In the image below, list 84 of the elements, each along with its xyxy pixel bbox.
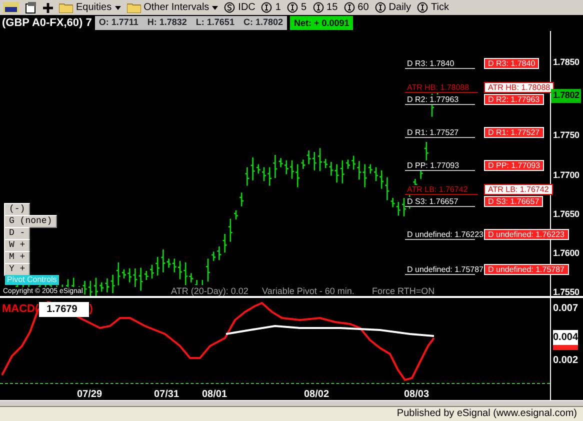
pivot-line: [405, 104, 475, 105]
control-button[interactable]: W +: [4, 239, 30, 252]
pivot-tag: ATR LB: 1.76742: [484, 184, 553, 195]
pivot-label: D PP: 1.77093: [407, 161, 460, 170]
macd-value: 1.7679: [38, 302, 90, 317]
date-label: 08/01: [202, 388, 228, 400]
status-text: Published by eSignal (www.esignal.com): [396, 408, 577, 419]
interval-icon: [261, 2, 272, 13]
menu-button[interactable]: Other Intervals: [126, 2, 218, 14]
pivot-line: [405, 137, 475, 138]
current-value-tag: 0.004: [553, 330, 578, 345]
pivot-tag: D undefined: 1.75787: [484, 264, 569, 275]
pivot-line: [405, 239, 475, 240]
interval-button[interactable]: 15: [312, 2, 338, 14]
pivot-label: D S3: 1.76657: [407, 197, 458, 206]
axis-label: 1.7850: [553, 56, 580, 69]
pivot-label: ATR LB: 1.76742: [407, 185, 468, 194]
pivot-label: D undefined: 1.75787: [407, 265, 484, 274]
indicator-note: Variable Pivot - 60 min.: [262, 285, 354, 296]
current-price-tag: 1.7802: [551, 89, 582, 102]
axis-label: 1.7750: [553, 129, 580, 142]
folder-icon: [126, 2, 141, 13]
pivot-tag: D undefined: 1.76223: [484, 229, 569, 240]
pivot-line: [405, 170, 475, 171]
interval-icon: [286, 2, 298, 13]
source-button[interactable]: IDC: [224, 2, 256, 14]
control-button[interactable]: D -: [4, 227, 30, 240]
folder-icon: [59, 2, 73, 13]
plus-icon: [43, 2, 53, 12]
control-button[interactable]: M +: [4, 251, 30, 264]
pivot-label: D R3: 1.7840: [407, 59, 454, 68]
macd-title: MACD(: [2, 302, 39, 317]
interval-button[interactable]: 60: [344, 2, 369, 14]
axis-label: 1.7650: [553, 208, 580, 221]
date-label: 08/02: [304, 388, 330, 400]
pivot-tag: D R1: 1.77527: [484, 127, 544, 138]
caret-icon: [114, 6, 121, 10]
quote-text: C: 1.7802: [243, 16, 283, 30]
interval-icon: [344, 2, 355, 13]
control-button[interactable]: (-): [4, 203, 30, 216]
interval-button[interactable]: Daily: [374, 2, 412, 14]
logo-button[interactable]: [3, 2, 19, 13]
pivot-label: D R1: 1.77527: [407, 128, 459, 137]
interval-icon: [417, 2, 428, 13]
quote-text: H: 1.7832: [147, 16, 187, 30]
logo-icon: [3, 2, 19, 13]
date-label: 07/29: [77, 388, 102, 400]
source-icon: [224, 2, 236, 13]
caret-icon: [212, 6, 218, 10]
macd-title: ): [89, 302, 93, 317]
date-label: 07/31: [154, 388, 180, 400]
indicator-note: ATR (20-Day): 0.02: [171, 285, 248, 296]
axis-label: 0.007: [553, 302, 578, 316]
interval-button[interactable]: 5: [286, 2, 307, 14]
axis-label: 1.7550: [553, 286, 580, 296]
control-button[interactable]: Y +: [4, 263, 30, 276]
pivot-label: ATR HB: 1.78088: [407, 83, 470, 92]
interval-button[interactable]: Tick: [417, 2, 449, 14]
add-button[interactable]: [43, 2, 53, 12]
indicator-note: Force RTH=ON: [372, 285, 435, 296]
control-button[interactable]: G (none): [4, 215, 58, 228]
pivot-tag: ATR HB: 1.78088: [484, 82, 554, 93]
interval-button[interactable]: 1: [261, 2, 281, 14]
axis-label: 1.7600: [553, 247, 580, 260]
axis-label: 0.002: [553, 354, 578, 368]
properties-button[interactable]: [25, 2, 37, 14]
pivot-line: [405, 206, 475, 207]
pivot-tag: D S3: 1.76657: [484, 196, 544, 207]
net-change: Net: + 0.0091: [290, 16, 354, 30]
menu-button[interactable]: Equities: [59, 2, 121, 14]
interval-icon: [374, 2, 386, 13]
pivot-line: [405, 68, 475, 69]
pivot-tag: D R3: 1.7840: [484, 58, 540, 69]
pivot-tag: D PP: 1.77093: [484, 160, 544, 171]
interval-icon: [312, 2, 324, 13]
axis-label: 1.7700: [553, 169, 580, 182]
pivot-tag: D R2: 1.77963: [484, 94, 544, 105]
date-label: 08/03: [404, 388, 430, 400]
quote-text: O: 1.7711: [98, 16, 138, 30]
pivot-line: [405, 274, 475, 275]
symbol-title: (GBP A0-FX,60) 7: [2, 16, 92, 31]
quote-text: L: 1.7651: [196, 16, 234, 30]
pivot-label: D R2: 1.77963: [407, 95, 459, 104]
pivot-label: D undefined: 1.76223: [407, 230, 484, 239]
